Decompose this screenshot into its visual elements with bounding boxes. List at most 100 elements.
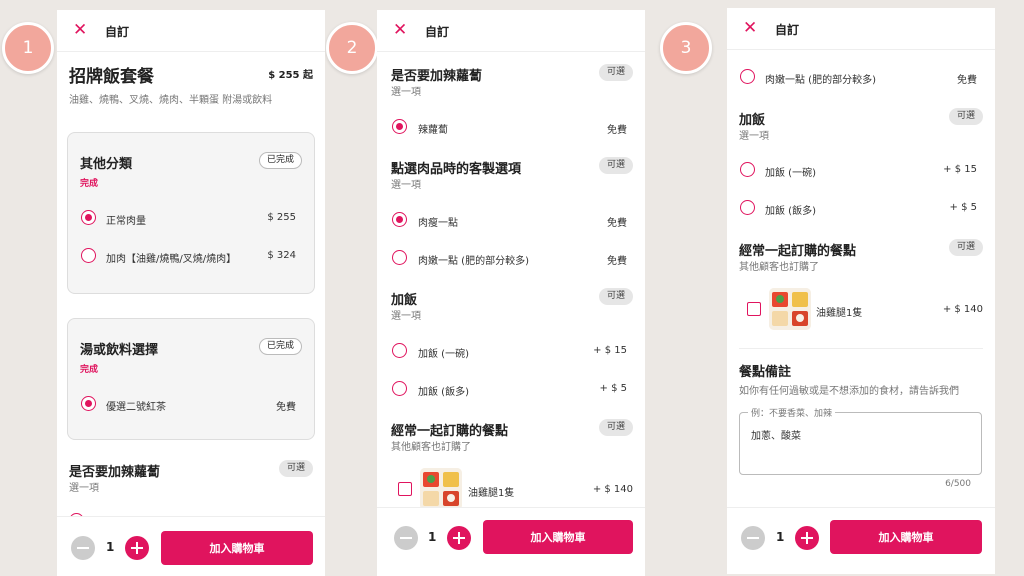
optional-badge: 可選 [278, 460, 313, 477]
divider [739, 348, 983, 349]
group-often-title: 經常一起訂購的餐點 [739, 244, 857, 259]
option-price: + $ 15 [593, 345, 627, 356]
option-label: 優選二號紅茶 [106, 402, 166, 413]
cart-footer: 1 加入購物車 [727, 507, 995, 567]
header-title: 自訂 [105, 25, 130, 39]
option-radio-extra-meat[interactable] [81, 248, 96, 263]
option-price: 免費 [276, 402, 296, 413]
optional-badge: 可選 [598, 157, 633, 174]
item-name: 招牌飯套餐 [69, 67, 154, 87]
option-label: 辣蘿蔔 [418, 125, 448, 136]
option-radio-rice-more[interactable] [740, 200, 755, 215]
chicken-leg-thumbnail [420, 468, 462, 510]
quantity-value: 1 [428, 530, 437, 544]
option-price: + $ 140 [942, 304, 983, 315]
decrease-quantity-button[interactable] [71, 536, 95, 560]
step-badge-2: 2 [326, 22, 378, 74]
step-badge-1: 1 [2, 22, 54, 74]
notes-char-count: 6/500 [945, 479, 971, 489]
group-rice-subtitle: 選一項 [391, 311, 421, 322]
chicken-leg-thumbnail [769, 288, 811, 330]
option-price: + $ 5 [599, 383, 627, 394]
option-label: 肉嫩一點 (肥的部分較多) [765, 75, 876, 86]
increase-quantity-button[interactable] [447, 526, 471, 550]
option-price: $ 324 [267, 250, 296, 261]
option-price: 免費 [607, 218, 627, 229]
option-radio-rice-more[interactable] [392, 381, 407, 396]
step-badge-3: 3 [660, 22, 712, 74]
item-price: $ 255 起 [268, 70, 313, 81]
group-rice-title: 加飯 [739, 113, 766, 128]
header-title: 自訂 [425, 25, 450, 39]
group-other-status: 完成 [80, 179, 99, 189]
group-soup-card: 湯或飲料選擇 已完成 完成 優選二號紅茶 免費 [67, 318, 315, 440]
option-radio-chili[interactable] [392, 119, 407, 134]
group-chili-subtitle: 選一項 [391, 87, 421, 98]
group-chili-subtitle: 選一項 [69, 483, 99, 494]
group-meat-subtitle: 選一項 [391, 180, 421, 191]
customize-panel-2: ✕ 自訂 是否要加辣蘿蔔 可選 選一項 辣蘿蔔 免費 點選肉品時的客製選項 可選… [377, 10, 645, 576]
optional-badge: 可選 [948, 239, 983, 256]
decrease-quantity-button[interactable] [394, 526, 418, 550]
group-rice-subtitle: 選一項 [739, 131, 769, 142]
header: ✕ 自訂 [57, 10, 325, 52]
add-to-cart-button[interactable]: 加入購物車 [483, 520, 633, 554]
group-rice-title: 加飯 [391, 293, 418, 308]
notes-textarea[interactable]: 加蔥、酸菜 [739, 412, 982, 475]
notes-placeholder: 例：不要香菜、加辣 [748, 406, 836, 419]
option-radio-lean[interactable] [392, 212, 407, 227]
option-label: 正常肉量 [106, 216, 146, 227]
close-icon[interactable]: ✕ [393, 21, 407, 39]
option-label: 肉瘦一點 [418, 218, 458, 229]
option-radio-rice-bowl[interactable] [392, 343, 407, 358]
add-to-cart-button[interactable]: 加入購物車 [830, 520, 982, 554]
header: ✕ 自訂 [377, 10, 645, 52]
optional-badge: 可選 [598, 288, 633, 305]
group-other-card: 其他分類 已完成 完成 正常肉量 $ 255 加肉【油雞/燒鴨/叉燒/燒肉】 $… [67, 132, 315, 294]
group-chili-title: 是否要加辣蘿蔔 [69, 465, 161, 480]
group-often-subtitle: 其他顧客也訂購了 [739, 262, 819, 273]
option-radio-rice-bowl[interactable] [740, 162, 755, 177]
completed-badge: 已完成 [258, 152, 302, 169]
optional-badge: 可選 [598, 419, 633, 436]
item-description: 油雞、燒鴨、叉燒、燒肉、半顆蛋 附湯或飲料 [69, 95, 273, 106]
customize-panel-3: ✕ 自訂 肉嫩一點 (肥的部分較多) 免費 加飯 可選 選一項 加飯 (一碗) … [727, 8, 995, 574]
option-radio-tender[interactable] [392, 250, 407, 265]
option-label: 油雞腿1隻 [468, 488, 515, 499]
option-label: 加飯 (一碗) [418, 349, 469, 360]
increase-quantity-button[interactable] [125, 536, 149, 560]
option-label: 加肉【油雞/燒鴨/叉燒/燒肉】 [106, 254, 237, 265]
option-price: + $ 140 [592, 484, 633, 495]
option-price: 免費 [607, 125, 627, 136]
quantity-value: 1 [776, 530, 785, 544]
notes-subtitle: 如你有任何過敏或是不想添加的食材，請告訴我們 [739, 386, 959, 397]
increase-quantity-button[interactable] [795, 526, 819, 550]
notes-title: 餐點備註 [739, 365, 792, 380]
decrease-quantity-button[interactable] [741, 526, 765, 550]
completed-badge: 已完成 [258, 338, 302, 355]
group-soup-status: 完成 [80, 365, 99, 375]
option-price: + $ 5 [949, 202, 977, 213]
option-price: $ 255 [267, 212, 296, 223]
group-often-title: 經常一起訂購的餐點 [391, 424, 509, 439]
option-price: 免費 [607, 256, 627, 267]
option-radio-tender[interactable] [740, 69, 755, 84]
add-to-cart-button[interactable]: 加入購物車 [161, 531, 313, 565]
notes-value: 加蔥、酸菜 [751, 431, 801, 442]
quantity-value: 1 [106, 540, 115, 554]
cart-footer: 1 加入購物車 [377, 507, 645, 567]
option-label: 加飯 (一碗) [765, 168, 816, 179]
header: ✕ 自訂 [727, 8, 995, 50]
customize-panel-1: ✕ 自訂 招牌飯套餐 $ 255 起 油雞、燒鴨、叉燒、燒肉、半顆蛋 附湯或飲料… [57, 10, 325, 576]
option-label: 加飯 (飯多) [765, 206, 816, 217]
optional-badge: 可選 [598, 64, 633, 81]
option-radio-tea[interactable] [81, 396, 96, 411]
option-checkbox-chicken-leg[interactable] [398, 482, 412, 496]
option-checkbox-chicken-leg[interactable] [747, 302, 761, 316]
option-radio-normal[interactable] [81, 210, 96, 225]
option-price: 免費 [957, 75, 977, 86]
group-chili-title: 是否要加辣蘿蔔 [391, 69, 483, 84]
close-icon[interactable]: ✕ [73, 21, 87, 39]
option-price: + $ 15 [943, 164, 977, 175]
close-icon[interactable]: ✕ [743, 19, 757, 37]
